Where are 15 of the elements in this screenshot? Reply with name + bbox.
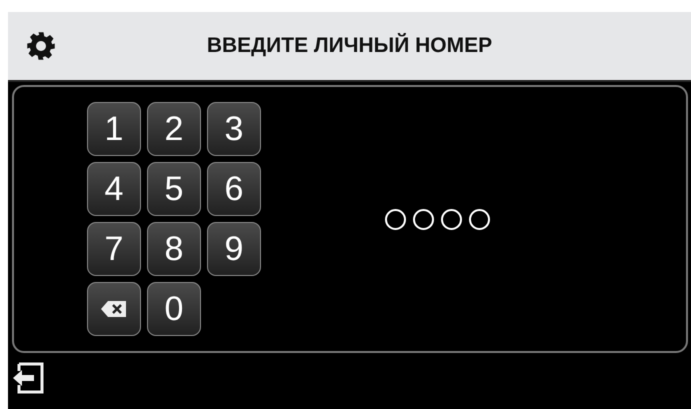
digit-key[interactable]: 9 xyxy=(207,222,261,276)
exit-icon[interactable] xyxy=(11,361,45,395)
digit-key[interactable]: 2 xyxy=(147,102,201,156)
digit-key[interactable]: 5 xyxy=(147,162,201,216)
digit-key[interactable]: 7 xyxy=(87,222,141,276)
digit-key[interactable]: 3 xyxy=(207,102,261,156)
digit-key[interactable]: 8 xyxy=(147,222,201,276)
digit-key[interactable]: 6 xyxy=(207,162,261,216)
backspace-icon xyxy=(100,300,128,318)
header-title: ВВЕДИТЕ ЛИЧНЫЙ НОМЕР xyxy=(206,34,494,58)
digit-key[interactable]: 0 xyxy=(147,282,201,336)
digit-key[interactable]: 4 xyxy=(87,162,141,216)
backspace-key[interactable] xyxy=(87,282,141,336)
settings-icon[interactable] xyxy=(26,31,56,61)
digit-key[interactable]: 1 xyxy=(87,102,141,156)
